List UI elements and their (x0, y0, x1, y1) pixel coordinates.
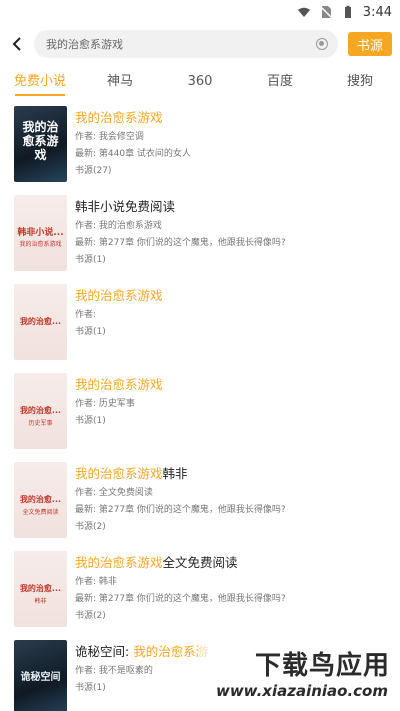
cover-title: 我的治愈... (19, 406, 62, 415)
book-title: 我的治愈系游戏全文免费阅读 (75, 555, 238, 570)
cover-subtitle: 历史军事 (28, 420, 53, 427)
tab-free-novel[interactable]: 免费小说 (0, 64, 80, 100)
book-title: 我的治愈系游戏 (75, 288, 163, 303)
list-item[interactable]: 我的治愈... 历史军事 我的治愈系游戏 作者: 历史军事 书源(1) (0, 367, 400, 456)
book-cover: 我的治愈... 历史军事 (14, 373, 67, 449)
back-button[interactable] (6, 30, 28, 58)
list-item[interactable]: 韩非小说... 我的治愈系游戏 韩非小说免费阅读 作者: 我的治愈系游戏 最新:… (0, 189, 400, 278)
book-title: 我的治愈系游戏 (75, 110, 163, 125)
tab-shenma[interactable]: 神马 (80, 64, 160, 100)
book-title: 韩非小说免费阅读 (75, 199, 176, 214)
book-source: 书源(1) (75, 255, 106, 265)
book-latest: 最新: 第277章 你们说的这个魔鬼，他跟我长得像吗? (75, 594, 286, 604)
book-source: 书源(2) (75, 611, 106, 621)
list-item[interactable]: 我的治愈... 我的治愈系游戏 作者: 书源(1) (0, 278, 400, 367)
book-author: 作者: 我的治愈系游戏 (75, 221, 162, 231)
book-author: 作者: 我会修空调 (75, 132, 144, 142)
list-item[interactable]: 我的治愈... 韩非 我的治愈系游戏全文免费阅读 作者: 韩非 最新: 第277… (0, 545, 400, 634)
book-source: 书源(1) (75, 327, 106, 337)
book-author: 作者: 历史军事 (75, 399, 135, 409)
cover-subtitle: 我的治愈系游戏 (19, 241, 62, 248)
book-latest: 最新: 第277章 你们说的这个魔鬼，他跟我长得像吗? (75, 505, 286, 515)
cover-subtitle: 韩非 (34, 598, 47, 605)
clear-icon[interactable] (316, 38, 328, 50)
cover-title: 我的治愈... (19, 495, 62, 504)
book-title: 诡秘空间: 我的治愈系游 (75, 644, 209, 659)
tab-360[interactable]: 360 (160, 64, 240, 100)
book-cover: 诡秘空间 (14, 640, 67, 711)
source-button[interactable]: 书源 (348, 32, 392, 56)
watermark-url: www.xiazainiao.com (215, 682, 388, 700)
tab-sogou[interactable]: 搜狗 (320, 64, 400, 100)
cover-title: 韩非小说... (17, 228, 64, 238)
search-bar: 我的治愈系游戏 书源 (0, 24, 400, 64)
wifi-icon (297, 7, 310, 17)
book-author: 作者: (75, 310, 97, 320)
book-author: 作者: 我不是呕素的 (75, 666, 153, 676)
book-source: 书源(1) (75, 683, 106, 693)
list-item[interactable]: 我的治愈... 全文免费阅读 我的治愈系游戏韩非 作者: 全文免费阅读 最新: … (0, 456, 400, 545)
book-list: 我的治愈系游戏 我的治愈系游戏 作者: 我会修空调 最新: 第440章 试衣间的… (0, 100, 400, 711)
search-query: 我的治愈系游戏 (46, 38, 123, 51)
cover-title: 我的治愈... (19, 317, 62, 326)
tab-baidu[interactable]: 百度 (240, 64, 320, 100)
book-cover: 我的治愈系游戏 (14, 106, 67, 182)
status-bar: 3:44 (0, 0, 400, 24)
book-cover: 我的治愈... 韩非 (14, 551, 67, 627)
book-latest: 最新: 第440章 试衣间的女人 (75, 149, 191, 159)
no-sim-icon (319, 5, 333, 19)
book-author: 作者: 韩非 (75, 577, 117, 587)
engine-tabs: 免费小说 神马 360 百度 搜狗 (0, 64, 400, 100)
book-source: 书源(2) (75, 522, 106, 532)
cover-title: 诡秘空间 (20, 672, 61, 683)
book-title: 我的治愈系游戏 (75, 377, 163, 392)
book-cover: 我的治愈... (14, 284, 67, 360)
watermark-text: 下载鸟应用 (254, 651, 390, 681)
book-cover: 我的治愈... 全文免费阅读 (14, 462, 67, 538)
list-item[interactable]: 我的治愈系游戏 我的治愈系游戏 作者: 我会修空调 最新: 第440章 试衣间的… (0, 100, 400, 189)
book-title: 我的治愈系游戏韩非 (75, 466, 188, 481)
watermark-logo: 下载鸟应用 www.xiazainiao.com (198, 645, 394, 707)
book-author: 作者: 全文免费阅读 (75, 488, 153, 498)
book-latest: 最新: 第277章 你们说的这个魔鬼，他跟我长得像吗? (75, 238, 286, 248)
cover-title: 我的治愈系游戏 (22, 120, 59, 162)
status-time: 3:44 (362, 4, 392, 20)
cover-subtitle: 全文免费阅读 (22, 509, 59, 516)
book-source: 书源(1) (75, 416, 106, 426)
search-input[interactable]: 我的治愈系游戏 (34, 30, 338, 58)
book-source: 书源(27) (75, 166, 112, 176)
chevron-left-icon (12, 37, 21, 51)
cover-title: 我的治愈... (19, 584, 62, 593)
book-cover: 韩非小说... 我的治愈系游戏 (14, 195, 67, 271)
battery-icon (344, 5, 351, 18)
